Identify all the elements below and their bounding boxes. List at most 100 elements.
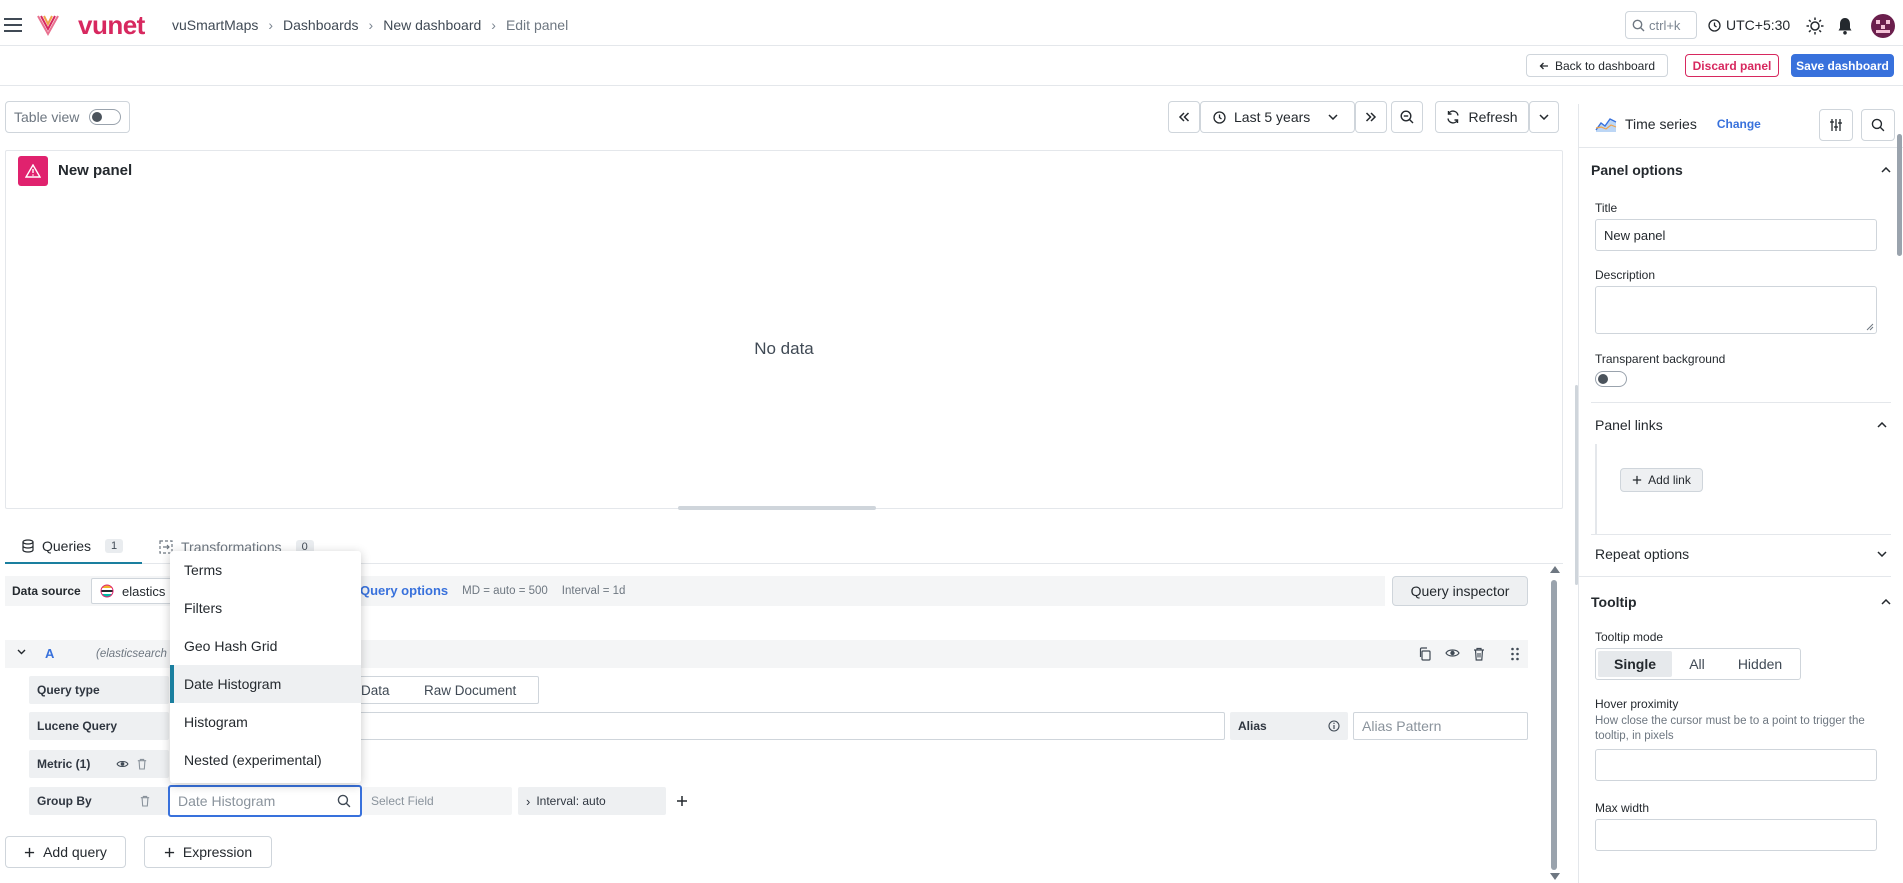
discard-panel-button[interactable]: Discard panel xyxy=(1685,54,1779,77)
eye-icon[interactable] xyxy=(116,759,129,769)
max-width-input[interactable] xyxy=(1595,819,1877,851)
chevron-up-icon xyxy=(1881,599,1891,605)
eye-icon[interactable] xyxy=(1445,647,1460,659)
tooltip-mode-hidden[interactable]: Hidden xyxy=(1722,651,1798,677)
bell-icon[interactable] xyxy=(1836,16,1854,36)
plus-icon xyxy=(24,847,35,858)
hover-proximity-input[interactable] xyxy=(1595,749,1877,781)
drag-handle-icon[interactable] xyxy=(1510,647,1520,661)
refresh-label: Refresh xyxy=(1468,109,1518,125)
select-field-input[interactable]: Select Field xyxy=(362,787,512,815)
chevron-down-icon xyxy=(1328,114,1338,120)
query-type-option-data[interactable]: Data xyxy=(361,683,390,698)
trash-icon[interactable] xyxy=(1473,647,1485,661)
query-scrollbar[interactable] xyxy=(1548,566,1560,883)
resize-handle[interactable] xyxy=(678,506,876,510)
options-toggle-button[interactable] xyxy=(1819,109,1853,141)
divider xyxy=(1579,576,1891,577)
divider xyxy=(1579,147,1903,148)
table-view-toggle[interactable]: Table view xyxy=(5,101,130,133)
search-options-button[interactable] xyxy=(1861,109,1895,141)
group-by-type-select[interactable]: Date Histogram xyxy=(168,785,362,817)
query-ref-id[interactable]: A xyxy=(45,646,54,661)
resize-grip-icon[interactable] xyxy=(1866,323,1874,331)
chevron-right-icon: › xyxy=(526,793,531,809)
panel-options-pane: Time series Change Panel options Title N… xyxy=(1578,104,1903,883)
toggle-switch[interactable] xyxy=(89,109,122,125)
back-to-dashboard-button[interactable]: Back to dashboard xyxy=(1526,54,1668,77)
theme-sun-icon[interactable] xyxy=(1805,16,1825,36)
datasource-value: elastics xyxy=(122,583,166,599)
max-datapoints-info: MD = auto = 500 xyxy=(462,584,548,597)
tab-queries-label: Queries xyxy=(42,538,92,554)
description-field-label: Description xyxy=(1595,268,1656,282)
breadcrumb-item[interactable]: vuSmartMaps xyxy=(172,17,258,33)
menu-item-geo-hash-grid[interactable]: Geo Hash Grid xyxy=(170,627,361,665)
query-inspector-button[interactable]: Query inspector xyxy=(1392,576,1528,606)
trash-icon[interactable] xyxy=(140,795,150,807)
title-field-label: Title xyxy=(1595,201,1618,215)
menu-item-nested[interactable]: Nested (experimental) xyxy=(170,741,361,779)
interval-options[interactable]: › Interval: auto xyxy=(518,787,666,815)
tooltip-mode-single[interactable]: Single xyxy=(1598,651,1672,677)
scroll-thumb[interactable] xyxy=(1551,580,1557,870)
timezone-picker[interactable]: UTC+5:30 xyxy=(1708,17,1790,33)
time-shift-back-button[interactable] xyxy=(1168,101,1200,133)
menu-item-terms[interactable]: Terms xyxy=(170,551,361,589)
breadcrumb-item[interactable]: Dashboards xyxy=(283,17,359,33)
panel-title: New panel xyxy=(58,162,133,179)
add-link-label: Add link xyxy=(1648,473,1691,487)
alias-label-cell: Alias xyxy=(1230,712,1348,740)
datasource-picker[interactable]: elastics xyxy=(91,578,176,604)
scroll-up-icon[interactable] xyxy=(1550,566,1560,573)
query-options-label[interactable]: Query options xyxy=(360,583,448,598)
query-type-option-raw-document[interactable]: Raw Document xyxy=(424,683,516,698)
add-query-button[interactable]: Add query xyxy=(5,836,126,868)
section-indent-line xyxy=(1595,444,1597,534)
panel-options-section-header[interactable]: Panel options xyxy=(1591,162,1891,178)
visualization-picker[interactable]: Time series Change xyxy=(1595,115,1761,133)
options-scroll-thumb[interactable] xyxy=(1897,134,1902,256)
visualization-name: Time series xyxy=(1625,116,1697,132)
time-shift-forward-button[interactable] xyxy=(1355,101,1387,133)
avatar[interactable] xyxy=(1871,14,1895,38)
repeat-options-section-header[interactable]: Repeat options xyxy=(1595,546,1887,562)
search-icon xyxy=(1871,118,1885,132)
top-navbar: vunet vuSmartMaps › Dashboards › New das… xyxy=(0,4,1903,46)
breadcrumb-item[interactable]: New dashboard xyxy=(383,17,481,33)
tooltip-section-header[interactable]: Tooltip xyxy=(1591,594,1891,610)
menu-item-histogram[interactable]: Histogram xyxy=(170,703,361,741)
panel-links-section-header[interactable]: Panel links xyxy=(1595,417,1887,433)
tab-queries[interactable]: Queries 1 xyxy=(5,530,142,564)
global-search[interactable]: ctrl+k xyxy=(1625,11,1697,39)
add-expression-button[interactable]: Expression xyxy=(144,836,272,868)
chevron-up-icon xyxy=(1877,422,1887,428)
chevron-down-icon[interactable] xyxy=(17,649,26,655)
query-options-group[interactable]: Query options MD = auto = 500 Interval =… xyxy=(360,583,625,598)
scroll-down-icon[interactable] xyxy=(1550,873,1560,880)
brand-name[interactable]: vunet xyxy=(78,10,145,41)
info-icon[interactable] xyxy=(1328,720,1340,732)
divider xyxy=(1591,402,1891,403)
warning-icon[interactable] xyxy=(18,156,48,186)
menu-icon[interactable] xyxy=(4,16,22,34)
plus-icon[interactable] xyxy=(675,792,689,810)
zoom-out-button[interactable] xyxy=(1391,101,1423,133)
menu-item-date-histogram[interactable]: Date Histogram xyxy=(170,665,361,703)
copy-icon[interactable] xyxy=(1418,647,1431,661)
transparent-bg-toggle[interactable] xyxy=(1595,371,1627,387)
refresh-button[interactable]: Refresh xyxy=(1435,101,1529,133)
change-visualization-link[interactable]: Change xyxy=(1717,117,1761,131)
add-link-button[interactable]: Add link xyxy=(1620,468,1703,492)
trash-icon[interactable] xyxy=(137,758,147,770)
time-range-picker[interactable]: Last 5 years xyxy=(1200,101,1355,133)
tooltip-mode-all[interactable]: All xyxy=(1672,651,1722,677)
pane-splitter[interactable] xyxy=(1575,385,1578,585)
save-dashboard-button[interactable]: Save dashboard xyxy=(1791,54,1894,77)
description-textarea[interactable] xyxy=(1595,286,1877,334)
alias-input[interactable]: Alias Pattern xyxy=(1353,712,1528,740)
title-input[interactable]: New panel xyxy=(1595,219,1877,251)
refresh-interval-dropdown[interactable] xyxy=(1529,101,1559,133)
menu-item-filters[interactable]: Filters xyxy=(170,589,361,627)
clock-icon xyxy=(1213,110,1226,124)
